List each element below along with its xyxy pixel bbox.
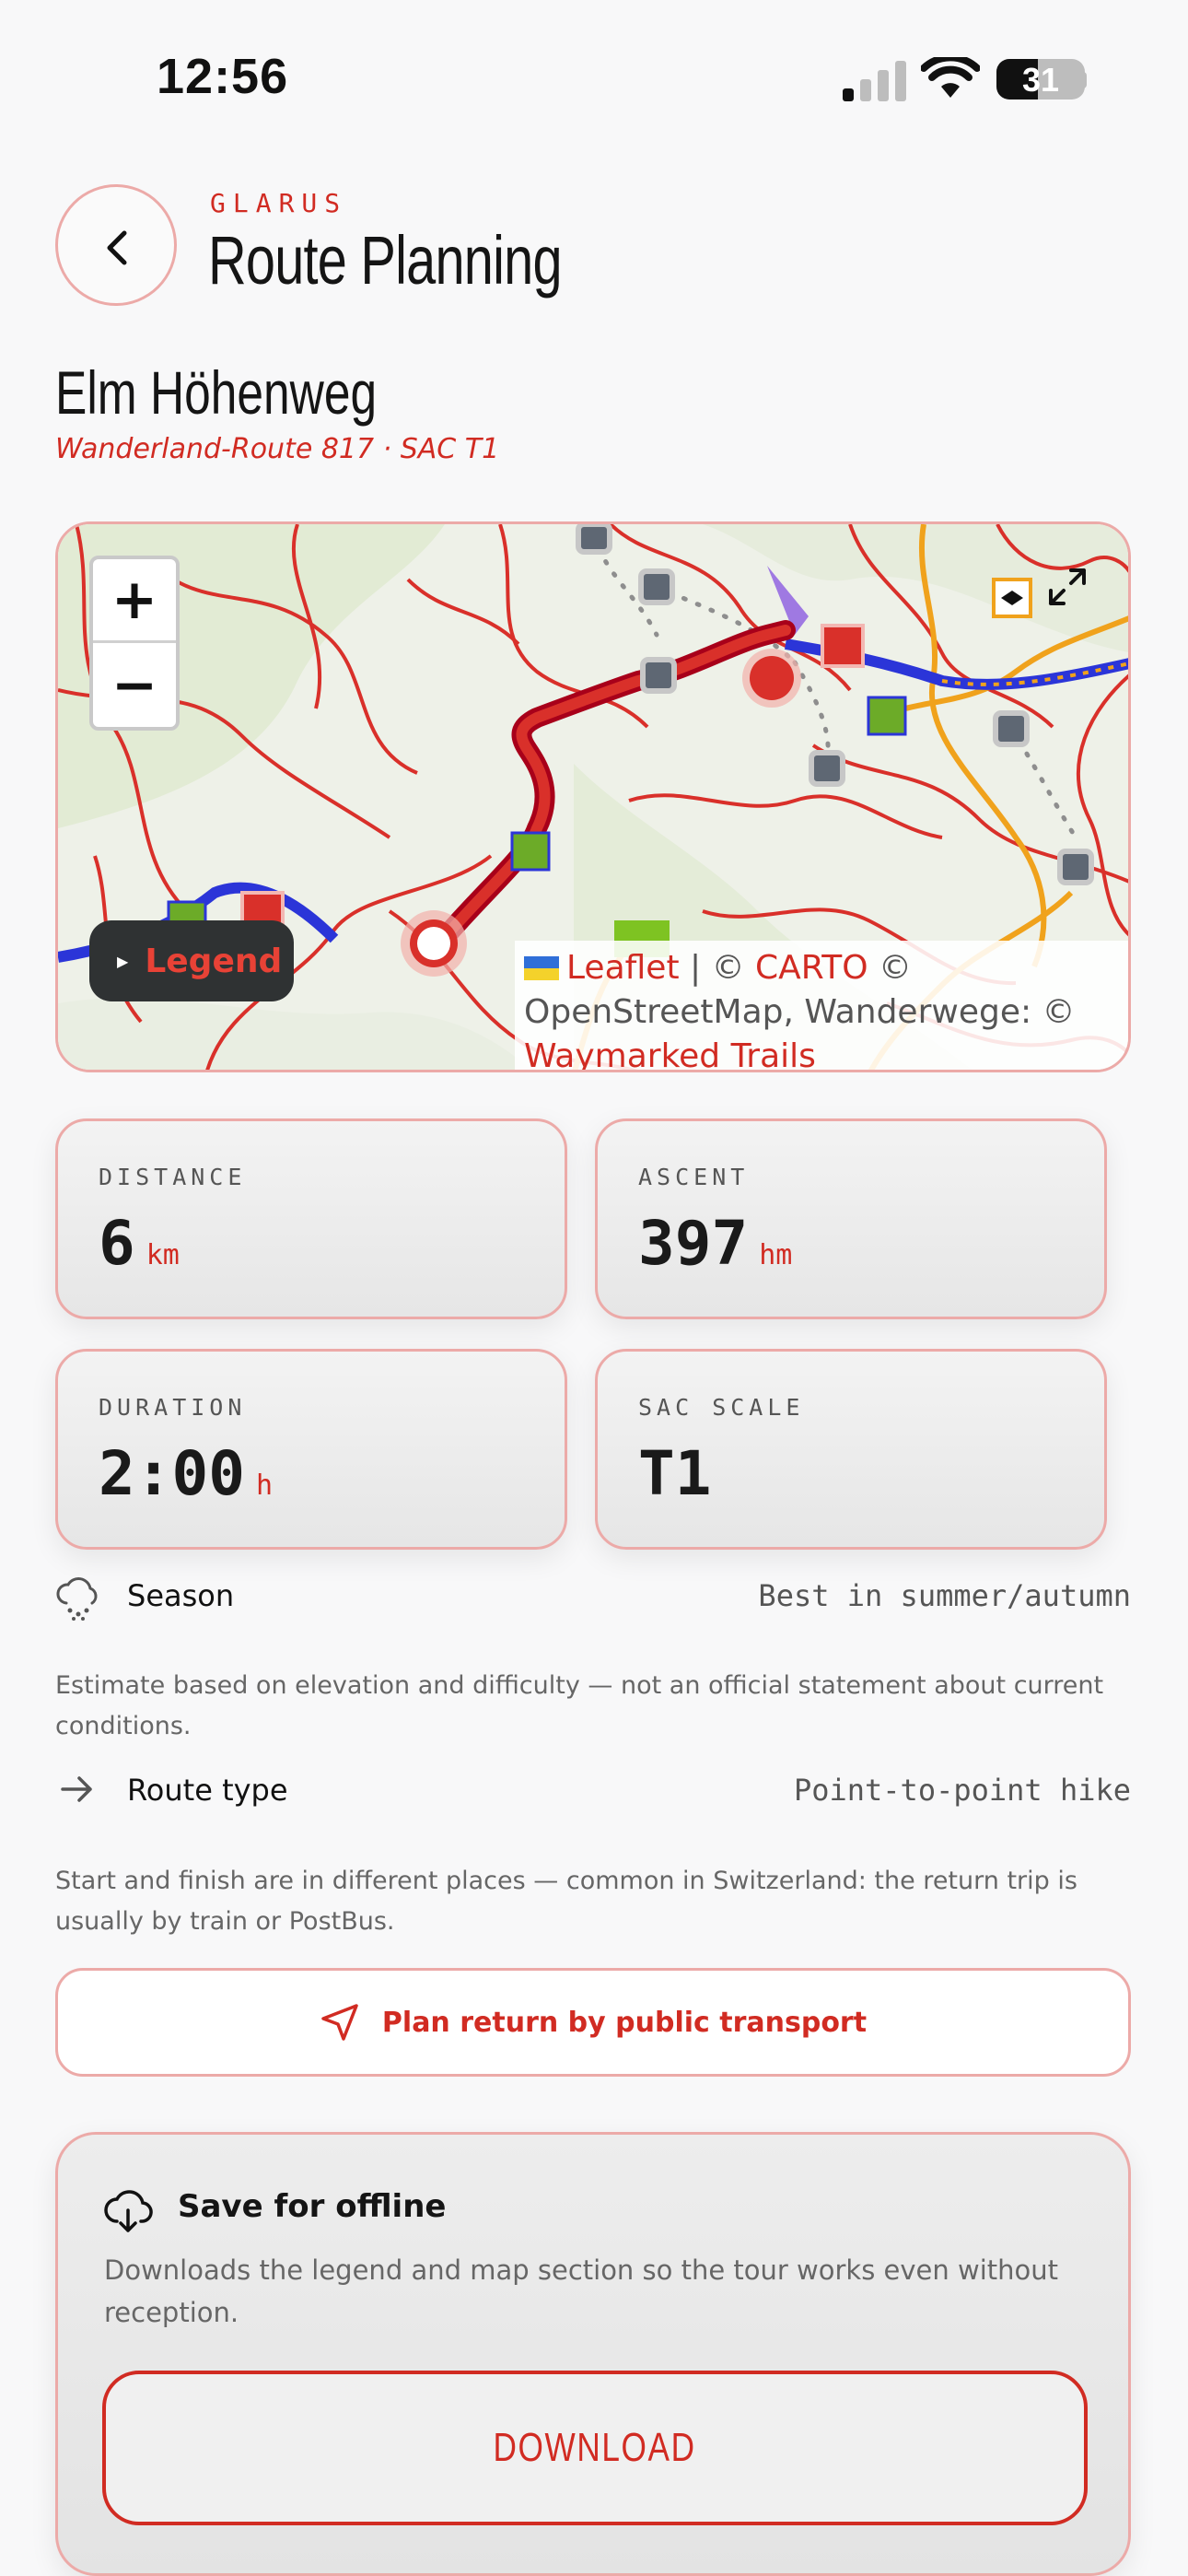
stat-number: 397 [638,1208,749,1279]
waymarked-trails-link[interactable]: Waymarked Trails [524,1037,816,1070]
season-note: Estimate based on elevation and difficul… [55,1671,1104,1740]
status-time: 12:56 [157,49,289,104]
carto-link[interactable]: CARTO [755,949,868,987]
caret-right-icon: ▶ [117,952,129,970]
legend-button[interactable]: ▶ Legend [89,920,294,1001]
battery-level: 31 [1021,61,1060,99]
season-label: Season [127,1578,235,1613]
region-label: GLARUS [210,188,348,218]
route-map[interactable]: + − ▶ Legend Leaflet | © CARTO © OpenStr… [55,521,1131,1072]
stat-label: ASCENT [638,1164,750,1190]
stat-label: DURATION [99,1394,247,1421]
leaflet-link[interactable]: Leaflet [566,949,680,987]
download-label: DOWNLOAD [493,2425,697,2470]
stat-unit: h [255,1469,274,1502]
offline-description: Downloads the legend and map section so … [104,2254,1059,2328]
stat-number: 6 [99,1208,135,1279]
wifi-icon [921,57,980,98]
stat-label: SAC SCALE [638,1394,805,1421]
cloud-download-icon [104,2190,153,2232]
stat-number: T1 [638,1438,712,1509]
stat-value: 397 hm [638,1208,792,1279]
route-type-label: Route type [127,1773,288,1808]
stat-card-sac-scale: SAC SCALE T1 [595,1349,1107,1550]
plan-return-button[interactable]: Plan return by public transport [55,1968,1131,2077]
stat-label: DISTANCE [99,1164,247,1190]
route-type-note: Start and finish are in different places… [55,1867,1077,1936]
chevron-left-icon [107,230,127,265]
map-attribution: Leaflet | © CARTO © OpenStreetMap, Wande… [515,941,1128,1070]
offline-card: Save for offline Downloads the legend an… [55,2132,1131,2576]
back-button[interactable] [55,184,177,306]
cellular-signal-icon [843,61,906,101]
page-title: Route Planning [208,222,563,299]
legend-label: Legend [145,942,283,980]
stat-card-ascent: ASCENT 397 hm [595,1118,1107,1319]
route-name: Elm Höhenweg [55,358,378,427]
stat-value: 6 km [99,1208,180,1279]
stat-value: T1 [638,1438,722,1509]
ukraine-flag-icon [524,956,559,980]
stat-card-distance: DISTANCE 6 km [55,1118,567,1319]
zoom-out-button[interactable]: − [93,643,176,727]
stat-card-duration: DURATION 2:00 h [55,1349,567,1550]
zoom-control: + − [89,556,180,731]
season-value: Best in summer/autumn [758,1578,1131,1613]
stat-value: 2:00 h [99,1438,273,1509]
stat-unit: km [146,1239,180,1271]
attribution-separator: | © [679,949,756,987]
battery-icon: 31 [996,59,1085,100]
offline-title: Save for offline [178,2188,447,2225]
navigation-arrow-icon [321,2004,358,2041]
stat-unit: hm [759,1239,793,1271]
route-type-value: Point-to-point hike [793,1773,1131,1808]
fullscreen-icon[interactable] [1043,563,1091,611]
battery-cap [1079,72,1087,88]
route-subtitle: Wanderland-Route 817 · SAC T1 [55,433,500,465]
stat-number: 2:00 [99,1438,245,1509]
arrow-right-icon [61,1776,92,1802]
cloud-snow-icon [56,1577,98,1621]
zoom-in-button[interactable]: + [93,559,176,643]
plan-return-label: Plan return by public transport [381,2006,868,2039]
download-button[interactable]: DOWNLOAD [102,2371,1088,2525]
